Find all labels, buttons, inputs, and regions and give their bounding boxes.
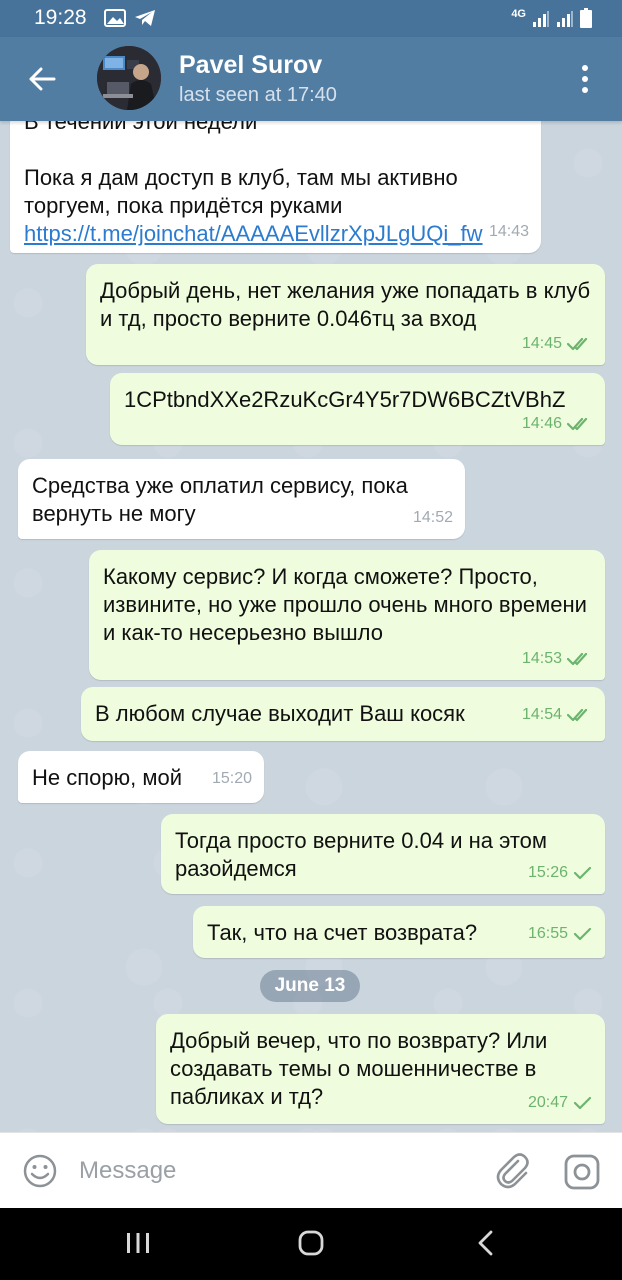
message-bubble-outgoing[interactable]: Так, что на счет возврата? 16:55 <box>193 906 605 958</box>
message-bubble-outgoing[interactable]: Добрый вечер, что по возврату? Или созда… <box>156 1014 605 1124</box>
avatar[interactable] <box>97 46 161 110</box>
message-text: Какому сервис? И когда сможете? Просто, … <box>103 564 594 645</box>
arrow-left-icon <box>29 67 56 91</box>
gallery-notification-icon <box>104 9 126 27</box>
message-text: 1CPtbndXXe2RzuKcGr4Y5r7DW6BCZtVBhZ <box>124 387 566 412</box>
double-check-icon <box>567 652 588 666</box>
double-check-icon <box>567 337 588 351</box>
android-nav-bar <box>0 1208 622 1280</box>
message-bubble-outgoing[interactable]: Добрый день, нет желания уже попадать в … <box>86 264 605 365</box>
message-input[interactable] <box>79 1151 459 1191</box>
contact-last-seen: last seen at 17:40 <box>179 84 337 106</box>
double-check-icon <box>567 417 588 431</box>
telegram-notification-icon <box>135 10 155 26</box>
home-icon <box>298 1230 324 1256</box>
more-vert-icon <box>582 65 588 71</box>
message-bubble-outgoing[interactable]: Какому сервис? И когда сможете? Просто, … <box>89 550 605 680</box>
status-bar: 19:28 4G <box>0 0 622 37</box>
message-text: Средства уже оплатил сервису, пока верну… <box>32 473 415 526</box>
message-time: 14:45 <box>521 335 562 352</box>
message-bubble-incoming[interactable]: Средства уже оплатил сервису, пока верну… <box>18 459 465 539</box>
message-bubble-incoming[interactable]: Не спорю, мой 15:20 <box>18 751 264 803</box>
message-time: 14:43 <box>488 223 529 240</box>
network-type: 4G <box>511 8 526 20</box>
message-meta: 14:43 <box>489 218 529 246</box>
message-text: Добрый день, нет желания уже попадать в … <box>100 278 597 331</box>
chevron-left-icon <box>478 1230 493 1256</box>
message-meta: 14:46 <box>522 410 593 438</box>
message-composer <box>0 1132 622 1208</box>
recent-apps-button[interactable] <box>126 1232 150 1254</box>
system-status-icons: 4G <box>511 8 592 28</box>
message-time: 14:52 <box>412 509 453 526</box>
message-meta: 20:47 <box>528 1089 593 1117</box>
avatar-photo <box>97 46 161 110</box>
message-time: 16:55 <box>527 925 568 942</box>
emoji-icon <box>23 1154 57 1188</box>
message-text: В течении этой недели Пока я дам доступ … <box>24 121 483 246</box>
message-meta: 14:52 <box>413 504 453 532</box>
signal-icon-2 <box>557 11 573 27</box>
chat-header: Pavel Surov last seen at 17:40 <box>0 37 622 121</box>
message-meta: 14:45 <box>522 330 593 358</box>
instagram-camera-icon <box>564 1154 600 1190</box>
message-bubble-outgoing[interactable]: 1CPtbndXXe2RzuKcGr4Y5r7DW6BCZtVBhZ 14:46 <box>110 373 605 445</box>
message-time: 14:54 <box>521 706 562 723</box>
double-check-icon <box>567 708 588 722</box>
message-time: 15:26 <box>527 864 568 881</box>
message-meta: 15:20 <box>212 765 252 793</box>
paperclip-icon <box>496 1153 529 1189</box>
check-icon <box>573 1096 592 1110</box>
message-time: 15:20 <box>211 770 252 787</box>
message-time: 14:46 <box>521 415 562 432</box>
check-icon <box>573 927 592 941</box>
signal-icon <box>533 11 549 27</box>
message-bubble-outgoing[interactable]: В любом случае выходит Ваш косяк 14:54 <box>81 687 605 741</box>
message-time: 14:53 <box>521 650 562 667</box>
notification-icons <box>104 9 156 27</box>
message-time: 20:47 <box>527 1094 568 1111</box>
back-button[interactable] <box>22 59 62 99</box>
emoji-button[interactable] <box>22 1153 58 1189</box>
message-meta: 14:54 <box>522 701 593 729</box>
status-time: 19:28 <box>34 6 87 29</box>
contact-name[interactable]: Pavel Surov <box>179 51 322 80</box>
more-options-button[interactable] <box>570 61 600 97</box>
recent-apps-icon <box>127 1233 149 1253</box>
camera-button[interactable] <box>563 1153 601 1191</box>
home-button[interactable] <box>298 1230 324 1256</box>
attach-button[interactable] <box>494 1151 532 1191</box>
date-divider: June 13 <box>260 970 360 1002</box>
system-back-button[interactable] <box>476 1230 496 1256</box>
message-meta: 16:55 <box>528 920 593 948</box>
message-text: В любом случае выходит Ваш косяк <box>95 701 465 726</box>
message-bubble-incoming[interactable]: В течении этой недели Пока я дам доступ … <box>10 121 541 253</box>
message-bubble-outgoing[interactable]: Тогда просто верните 0.04 и на этом разо… <box>161 814 605 894</box>
message-link[interactable]: https://t.me/joinchat/AAAAAEvllzrXpJLgUQ… <box>24 221 483 246</box>
message-list[interactable]: В течении этой недели Пока я дам доступ … <box>0 121 622 1132</box>
check-icon <box>573 866 592 880</box>
battery-icon <box>580 8 592 28</box>
message-meta: 15:26 <box>528 859 593 887</box>
message-meta: 14:53 <box>522 645 593 673</box>
